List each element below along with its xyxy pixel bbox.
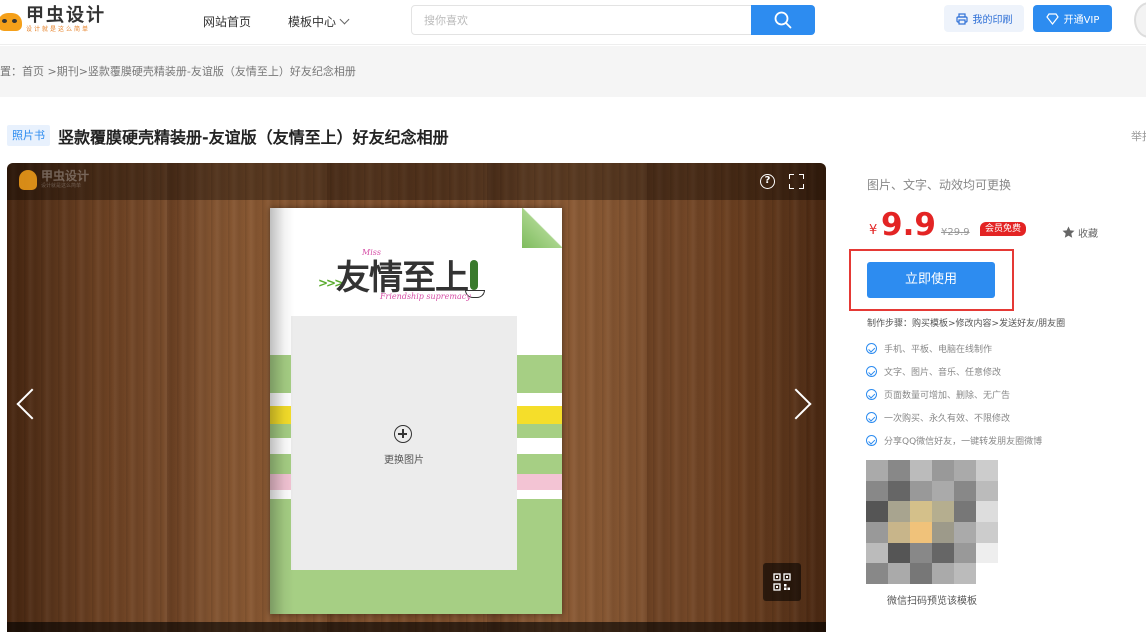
feature-item: 一次购买、永久有效、不限修改 [866,406,1042,429]
template-subtitle: 图片、文字、动效均可更换 [867,178,1012,192]
open-vip-button[interactable]: 开通VIP [1033,5,1112,32]
qr-code-icon [773,573,791,591]
feature-item: 文字、图片、音乐、任意修改 [866,360,1042,383]
album-script-text: Friendship supremacy [380,292,471,301]
feature-text: 手机、平板、电脑在线制作 [884,345,993,355]
diamond-icon [1045,12,1059,25]
use-now-button[interactable]: 立即使用 [867,262,995,298]
template-preview: 甲虫设计 设计就是这么简单 ? >>> Miss 友情至上 Friendship… [7,163,826,632]
search-input[interactable] [412,6,752,34]
my-print-button[interactable]: 我的印刷 [944,5,1024,32]
help-icon[interactable]: ? [760,174,775,189]
page-title: 竖款覆膜硬壳精装册-友谊版（友情至上）好友纪念相册 [58,128,449,147]
replace-image-label: 更换图片 [384,455,424,466]
album-page: >>> Miss 友情至上 Friendship supremacy 更换图片 [270,208,562,614]
star-icon [1062,226,1075,238]
qr-code-image [866,460,998,584]
price-value: 9.9 [881,207,936,243]
logo-text: 甲虫设计 [26,5,106,26]
add-image-icon [394,425,412,443]
watermark-slogan: 设计就是这么简单 [41,183,82,189]
site-logo[interactable]: 甲虫设计 设计就是这么简单 [0,6,106,34]
nav-home-link[interactable]: 网站首页 [203,13,251,30]
beetle-watermark-icon [19,169,37,190]
favorite-label: 收藏 [1078,229,1098,240]
check-circle-icon [866,389,877,400]
next-page-arrow-icon[interactable] [780,388,812,420]
prev-page-arrow-icon[interactable] [16,388,48,420]
check-circle-icon [866,435,877,446]
beetle-logo-icon [0,7,22,33]
page-curl[interactable] [522,208,562,248]
qr-caption: 微信扫码预览该模板 [887,596,977,607]
search-bar [411,5,815,35]
album-spine [270,208,294,614]
feature-text: 文字、图片、音乐、任意修改 [884,368,1002,378]
category-tag: 照片书 [7,125,50,146]
preview-bottom-bar [7,622,826,632]
chevron-down-icon [339,14,350,25]
cactus-icon [470,260,478,290]
price-row: ¥ 9.9 ¥29.9 会员免费 收藏 [867,207,1137,243]
qr-code-button[interactable] [763,563,801,601]
watermark-text: 甲虫设计 [41,169,90,183]
feature-item: 页面数量可增加、删除、无广告 [866,383,1042,406]
printer-icon [955,12,968,25]
breadcrumb-bar: 置：首页 >期刊>竖款覆膜硬壳精装册-友谊版（友情至上）好友纪念相册 [0,46,1146,97]
watermark-logo: 甲虫设计 设计就是这么简单 [19,169,89,190]
feature-item: 分享QQ微信好友，一键转发朋友圈微博 [866,429,1042,452]
search-icon [774,11,792,29]
vip-free-badge: 会员免费 [980,222,1027,236]
feature-text: 页面数量可增加、删除、无广告 [884,391,1011,401]
feature-item: 手机、平板、电脑在线制作 [866,337,1042,360]
my-print-label: 我的印刷 [972,15,1013,26]
check-circle-icon [866,412,877,423]
nav-templates-label: 模板中心 [288,15,337,29]
nav-templates-menu[interactable]: 模板中心 [288,13,350,30]
favorite-button[interactable]: 收藏 [1062,225,1098,240]
report-link[interactable]: 举报 [1131,128,1146,144]
preview-toolbar: 甲虫设计 设计就是这么简单 ? [7,163,826,200]
original-price: ¥29.9 [941,227,970,238]
production-steps: 制作步骤：购买模板>修改内容>发送好友/朋友圈 [867,319,1066,329]
logo-slogan: 设计就是这么简单 [26,26,91,33]
feature-text: 分享QQ微信好友，一键转发朋友圈微博 [884,437,1043,447]
photo-placeholder[interactable]: 更换图片 [291,316,517,570]
feature-text: 一次购买、永久有效、不限修改 [884,414,1011,424]
user-avatar[interactable] [1134,2,1146,38]
currency-symbol: ¥ [869,223,878,238]
breadcrumb[interactable]: 置：首页 >期刊>竖款覆膜硬壳精装册-友谊版（友情至上）好友纪念相册 [0,63,356,79]
fullscreen-icon[interactable] [789,174,804,189]
check-circle-icon [866,343,877,354]
album-miss-text: Miss [362,248,381,257]
top-header: 甲虫设计 设计就是这么简单 网站首页 模板中心 我的印刷 开通VIP [0,0,1146,45]
check-circle-icon [866,366,877,377]
feature-list: 手机、平板、电脑在线制作 文字、图片、音乐、任意修改 页面数量可增加、删除、无广… [866,337,1042,452]
open-vip-label: 开通VIP [1063,15,1100,26]
search-button[interactable] [751,5,815,35]
